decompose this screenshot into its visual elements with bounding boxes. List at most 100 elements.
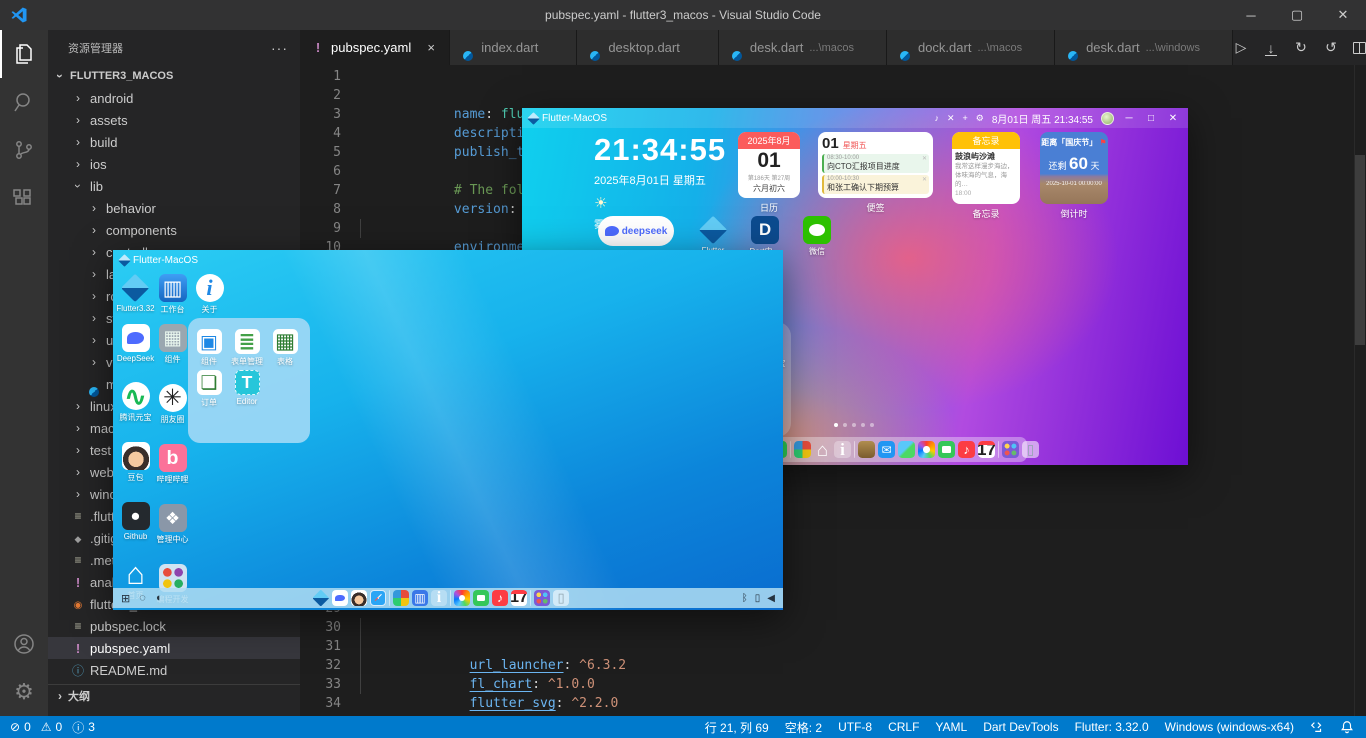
desktop-app[interactable]: Github — [117, 502, 154, 541]
editor-tab[interactable]: pubspec.yaml × — [300, 30, 451, 65]
dock-icon[interactable] — [794, 441, 811, 458]
app-icon[interactable] — [121, 324, 150, 352]
dock-icon[interactable] — [332, 590, 348, 606]
dock-icon[interactable] — [313, 590, 329, 606]
group-app[interactable]: 表格 — [266, 329, 304, 367]
search-icon[interactable] — [0, 78, 48, 126]
dock-icon[interactable]: 17 — [978, 441, 995, 458]
app1-title-bar[interactable]: Flutter-MacOS — [113, 250, 783, 270]
dock-icon[interactable] — [918, 441, 935, 458]
project-root-row[interactable]: › FLUTTER3_MACOS — [48, 65, 300, 87]
tree-item[interactable]: lib — [48, 175, 300, 197]
editor-scrollbar[interactable] — [1354, 65, 1366, 716]
note-item[interactable]: 08:30-10:00 向CTO汇报项目进度 ✕ — [822, 154, 929, 173]
user-avatar[interactable] — [1101, 111, 1114, 125]
flutter-macos-app-window-front[interactable]: Flutter-MacOS Flutter3.32 工作台 关于 — [113, 250, 783, 610]
note-close-icon[interactable]: ✕ — [922, 176, 927, 183]
dock-icon[interactable] — [393, 590, 409, 606]
dock-icon[interactable] — [450, 590, 451, 606]
status-item[interactable]: Dart DevTools — [983, 719, 1058, 736]
page-dot[interactable] — [852, 423, 856, 427]
app2-menubar-clock[interactable]: 8月01日 周五 21:34:55 — [992, 111, 1093, 126]
system-icon[interactable]: ⊞ — [121, 592, 130, 605]
app-icon[interactable] — [196, 370, 222, 395]
dock-icon[interactable] — [534, 590, 550, 606]
dock-icon[interactable] — [1022, 441, 1039, 458]
run-button[interactable]: ▷ — [1233, 39, 1249, 56]
status-icon[interactable]: ᛒ — [742, 593, 748, 604]
extensions-icon[interactable] — [0, 174, 48, 222]
desktop-app[interactable]: DeepSeek — [117, 324, 154, 363]
problems-item[interactable]: ⓘ 3 — [72, 719, 95, 736]
desktop-app[interactable]: 关于 — [191, 274, 228, 315]
app-icon[interactable] — [234, 370, 260, 395]
editor-tab[interactable]: desk.dart ...\macos — [718, 30, 887, 65]
app-icon[interactable] — [122, 274, 150, 302]
app2-minimize-button[interactable]: ─ — [1122, 113, 1136, 124]
problems-item[interactable]: ⊘ 0 — [10, 720, 31, 734]
close-button[interactable]: ✕ — [1320, 0, 1366, 30]
app-group-panel[interactable]: 组件 表单管理 表格 订单 Ed — [188, 318, 310, 443]
app-icon[interactable] — [195, 274, 224, 302]
tree-item[interactable]: pubspec.lock — [48, 615, 300, 637]
dock-icon[interactable]: 17 — [511, 590, 527, 606]
desktop-app[interactable]: 朋友圈 — [154, 384, 191, 425]
editor-tab[interactable]: desktop.dart — [577, 30, 719, 65]
desktop-app[interactable]: 腾讯元宝 — [117, 382, 154, 423]
dock-icon[interactable] — [854, 441, 855, 458]
dock-icon[interactable]: i — [834, 441, 851, 458]
dock-icon[interactable] — [412, 590, 428, 606]
app2-close-button[interactable]: ✕ — [1166, 113, 1180, 124]
run-without-debug-icon[interactable]: ↓ — [1263, 40, 1279, 56]
page-dot[interactable] — [870, 423, 874, 427]
group-app[interactable]: 组件 — [190, 329, 228, 367]
app-icon[interactable] — [158, 504, 187, 532]
tree-item[interactable]: behavior — [48, 197, 300, 219]
status-item[interactable]: YAML — [935, 719, 967, 736]
outline-section[interactable]: › 大纲 — [48, 684, 300, 706]
dock-icon[interactable] — [938, 441, 955, 458]
minimize-button[interactable]: ─ — [1228, 0, 1274, 30]
memo-widget[interactable]: 备忘录 鼓浪屿沙滩 我常这样漫步海边，体味海的气息，海的… 18:00 — [952, 132, 1020, 204]
dock-icon[interactable] — [1002, 441, 1019, 458]
desktop-app[interactable]: 管理中心 — [154, 504, 191, 545]
dock-icon[interactable] — [958, 441, 975, 458]
countdown-widget[interactable]: 距离「国庆节」 ⚑ 还剩 60 天 2025-10-01 00:00:00 — [1040, 132, 1108, 204]
desktop-app[interactable]: Flutter3.32 — [116, 274, 154, 315]
app2-maximize-button[interactable]: □ — [1144, 113, 1158, 124]
status-item[interactable]: Flutter: 3.32.0 — [1075, 719, 1149, 736]
status-item[interactable]: 空格: 2 — [785, 719, 822, 736]
menubar-icon[interactable]: ♪ — [934, 113, 939, 124]
menubar-icon[interactable]: ✕ — [947, 113, 955, 124]
tree-item[interactable]: pubspec.yaml — [48, 637, 300, 659]
app-icon[interactable] — [272, 329, 298, 354]
app-icon[interactable] — [158, 324, 187, 352]
menubar-icon[interactable]: + — [962, 113, 967, 124]
settings-gear-icon[interactable]: ⚙ — [0, 668, 48, 716]
app-icon[interactable] — [158, 274, 187, 302]
dock-icon[interactable] — [858, 441, 875, 458]
dock-icon[interactable] — [530, 590, 531, 606]
source-control-icon[interactable] — [0, 126, 48, 174]
dock-icon[interactable] — [878, 441, 895, 458]
app-icon[interactable] — [121, 382, 150, 410]
tree-item[interactable]: android — [48, 87, 300, 109]
dock-icon[interactable] — [553, 590, 569, 606]
group-app[interactable]: 表单管理 — [228, 329, 266, 367]
dock-icon[interactable] — [351, 590, 367, 606]
dock-icon[interactable] — [998, 441, 999, 458]
tree-item[interactable]: README.md — [48, 659, 300, 681]
editor-tab[interactable]: dock.dart ...\macos — [886, 30, 1056, 65]
dock-icon[interactable] — [454, 590, 470, 606]
maximize-button[interactable]: ▢ — [1274, 0, 1320, 30]
tree-item[interactable]: build — [48, 131, 300, 153]
status-icon[interactable]: ◀ — [767, 593, 775, 604]
dock-icon[interactable] — [790, 441, 791, 458]
tab-close-icon[interactable]: × — [423, 40, 439, 55]
note-item[interactable]: 10:00-10:30 和张工确认下期预算 ✕ — [822, 175, 929, 194]
status-item[interactable]: CRLF — [888, 719, 919, 736]
app-icon[interactable] — [751, 216, 779, 244]
remote-window-icon[interactable] — [1310, 720, 1324, 734]
app-icon[interactable] — [803, 216, 831, 244]
editor-tab[interactable]: desk.dart ...\windows — [1055, 30, 1233, 65]
